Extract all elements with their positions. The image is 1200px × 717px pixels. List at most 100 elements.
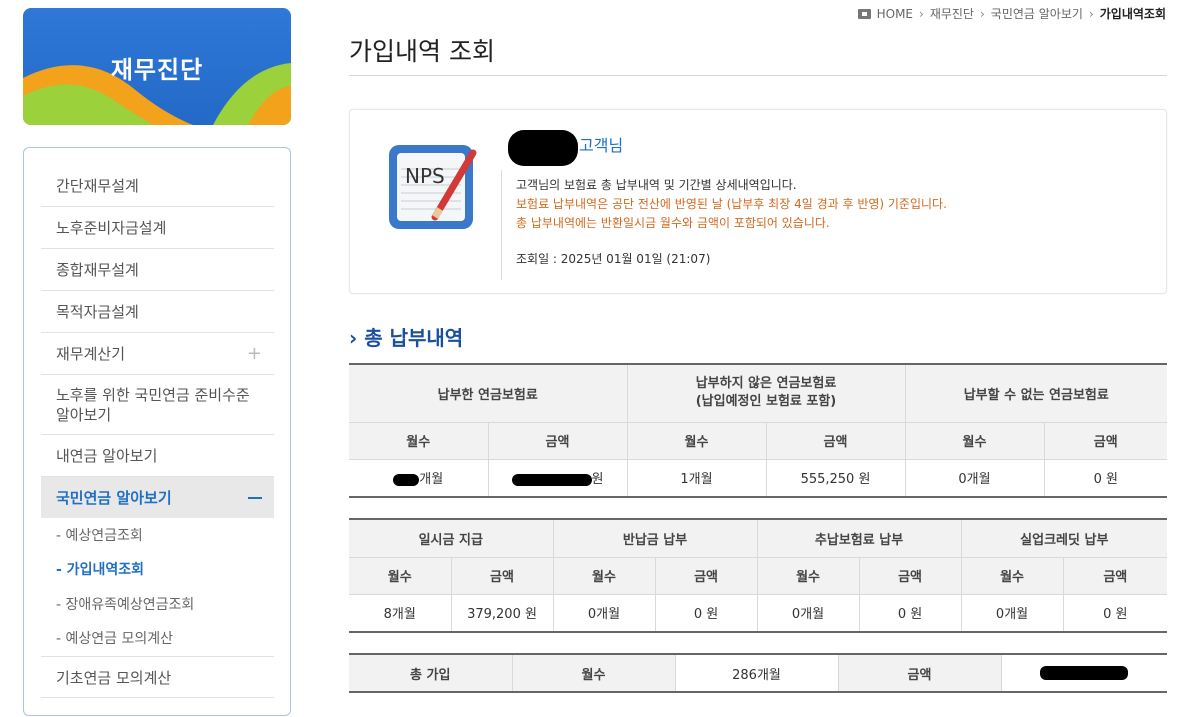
table-subheader: 월수 xyxy=(553,557,656,595)
sidebar-item-calculator[interactable]: 재무계산기 + xyxy=(41,333,274,375)
customer-info-box: NPS 고객님 고객님의 보험료 총 납부내역 및 기간별 상세내역입니다. 보… xyxy=(349,109,1167,294)
table-subheader: 금액 xyxy=(859,557,962,595)
table-header: 일시금 지급 xyxy=(349,519,554,558)
sidebar-item-pension-readiness[interactable]: 노후를 위한 국민연금 준비수준 알아보기 xyxy=(41,375,274,435)
table-subheader: 월수 xyxy=(905,422,1045,460)
table-subheader: 금액 xyxy=(1044,422,1168,460)
sidebar-item-label: 재무계산기 xyxy=(56,345,126,363)
banner-title: 재무진단 xyxy=(110,56,204,84)
sidebar-item-label: 내연금 알아보기 xyxy=(56,447,158,465)
table-cell: 0개월 xyxy=(905,459,1045,498)
table-header: 금액 xyxy=(838,654,1002,693)
sidebar-item-simple-plan[interactable]: 간단재무설계 xyxy=(41,165,274,207)
table-cell: 1개월 xyxy=(627,459,767,498)
table-subheader: 금액 xyxy=(766,422,906,460)
table-cell: 개월 xyxy=(349,459,489,498)
subitem-disability-survivor[interactable]: - 장애유족예상연금조회 xyxy=(41,594,274,614)
query-date: 조회일 : 2025년 01월 01일 (21:07) xyxy=(516,252,711,266)
breadcrumb-item[interactable]: 재무진단 xyxy=(930,5,974,22)
breadcrumb-current: 가입내역조회 xyxy=(1099,7,1166,21)
info-notice: 보험료 납부내역은 공단 전산에 반영된 날 (납부후 최장 4일 경과 후 반… xyxy=(516,197,947,211)
section-title-text: 총 납부내역 xyxy=(364,326,464,350)
home-icon[interactable] xyxy=(857,8,871,19)
table-cell: 555,250 원 xyxy=(766,459,906,498)
sidebar-item-national-pension[interactable]: 국민연금 알아보기 xyxy=(41,477,274,518)
table-cell: 0 원 xyxy=(655,594,758,633)
table-subheader: 금액 xyxy=(451,557,554,595)
table-cell: 0 원 xyxy=(1063,594,1168,633)
table-cell xyxy=(1001,654,1167,693)
sidebar-item-basic-pension[interactable]: 기초연금 모의계산 xyxy=(41,656,274,698)
table-subheader: 금액 xyxy=(655,557,758,595)
chevron-right-icon: › xyxy=(919,6,924,21)
payment-summary-table: 납부한 연금보험료 납부하지 않은 연금보험료 (납입예정인 보험료 포함) 납… xyxy=(349,363,1168,498)
table-cell: 8개월 xyxy=(349,594,452,633)
sidebar-item-goal-fund[interactable]: 목적자금설계 xyxy=(41,291,274,333)
sidebar-item-label: 목적자금설계 xyxy=(56,303,139,321)
table-row: 8개월 379,200 원 0개월 0 원 0개월 0 원 0개월 0 원 xyxy=(349,594,1168,633)
info-divider xyxy=(501,170,502,280)
special-payment-table: 일시금 지급 반납금 납부 추납보험료 납부 실업크레딧 납부 월수 금액 월수… xyxy=(349,518,1168,633)
info-notice: 총 납부내역에는 반환일시금 월수와 금액이 포함되어 있습니다. xyxy=(516,216,830,230)
sidebar-item-retirement-fund[interactable]: 노후준비자금설계 xyxy=(41,207,274,249)
table-subheader: 월수 xyxy=(961,557,1064,595)
sidebar-item-label: 노후를 위한 국민연금 준비수준 알아보기 xyxy=(56,385,250,424)
cell-unit: 원 xyxy=(591,472,604,488)
plus-icon[interactable]: + xyxy=(247,343,262,364)
total-subscription-table: 총 가입 월수 286개월 금액 xyxy=(349,653,1167,693)
redacted-value xyxy=(511,473,592,486)
redacted-value xyxy=(393,473,420,486)
sidebar-item-comprehensive-plan[interactable]: 종합재무설계 xyxy=(41,249,274,291)
table-header: 추납보험료 납부 xyxy=(757,519,962,558)
minus-icon[interactable] xyxy=(248,496,262,499)
chevron-right-icon: › xyxy=(349,326,358,350)
sidebar-item-label: 기초연금 모의계산 xyxy=(56,668,172,687)
table-header: 월수 xyxy=(512,654,676,693)
subitem-mock-calc[interactable]: - 예상연금 모의계산 xyxy=(41,628,274,648)
chevron-right-icon: › xyxy=(1088,6,1094,21)
chevron-right-icon: › xyxy=(979,6,985,21)
table-subheader: 금액 xyxy=(1063,557,1168,595)
subitem-subscription-history[interactable]: - 가입내역조회 xyxy=(41,559,274,579)
sidebar-item-label: 종합재무설계 xyxy=(56,261,139,279)
nps-label: NPS xyxy=(405,164,445,188)
table-cell: 0개월 xyxy=(961,594,1064,633)
table-cell: 원 xyxy=(488,459,628,498)
info-description: 고객님의 보험료 총 납부내역 및 기간별 상세내역입니다. xyxy=(516,178,797,192)
table-subheader: 월수 xyxy=(627,422,767,460)
sidebar-item-label: 노후준비자금설계 xyxy=(56,219,167,237)
sidebar-item-my-pension[interactable]: 내연금 알아보기 xyxy=(41,435,274,477)
table-subheader: 월수 xyxy=(349,557,452,595)
redacted-value xyxy=(1040,666,1129,680)
section-title: › 총 납부내역 xyxy=(349,322,463,351)
table-subheader: 금액 xyxy=(488,422,628,460)
sidebar-item-label: 국민연금 알아보기 xyxy=(56,489,172,507)
table-cell: 0 원 xyxy=(1044,459,1168,498)
table-subheader: 월수 xyxy=(757,557,860,595)
cell-unit: 개월 xyxy=(419,472,444,488)
page-title: 가입내역 조회 xyxy=(349,37,495,66)
table-cell: 0개월 xyxy=(553,594,656,633)
table-cell: 379,200 원 xyxy=(451,594,554,633)
table-header: 납부할 수 없는 연금보험료 xyxy=(905,364,1168,423)
table-header: 납부한 연금보험료 xyxy=(349,364,628,423)
table-cell: 0개월 xyxy=(757,594,860,633)
sidebar-menu: 간단재무설계 노후준비자금설계 종합재무설계 목적자금설계 재무계산기 + 노후를… xyxy=(23,147,291,716)
subitem-expected-pension[interactable]: - 예상연금조회 xyxy=(41,525,274,545)
breadcrumb-home[interactable]: HOME xyxy=(877,7,913,21)
title-divider xyxy=(349,75,1167,76)
table-header: 총 가입 xyxy=(349,654,513,693)
table-subheader: 월수 xyxy=(349,422,489,460)
sidebar-item-label: 간단재무설계 xyxy=(56,177,139,195)
table-header: 실업크레딧 납부 xyxy=(961,519,1168,558)
table-cell: 286개월 xyxy=(675,654,839,693)
table-row: 개월 원 1개월 555,250 원 0개월 0 원 xyxy=(349,459,1168,498)
table-header: 반납금 납부 xyxy=(553,519,758,558)
redacted-name xyxy=(508,130,578,166)
breadcrumb: HOME › 재무진단 › 국민연금 알아보기 › 가입내역조회 xyxy=(857,5,1166,22)
customer-name-suffix: 고객님 xyxy=(579,136,624,155)
sidebar-banner: 재무진단 xyxy=(23,8,291,125)
breadcrumb-item[interactable]: 국민연금 알아보기 xyxy=(991,5,1083,22)
nps-document-icon: NPS xyxy=(389,145,477,229)
table-header: 납부하지 않은 연금보험료 (납입예정인 보험료 포함) xyxy=(627,364,906,423)
